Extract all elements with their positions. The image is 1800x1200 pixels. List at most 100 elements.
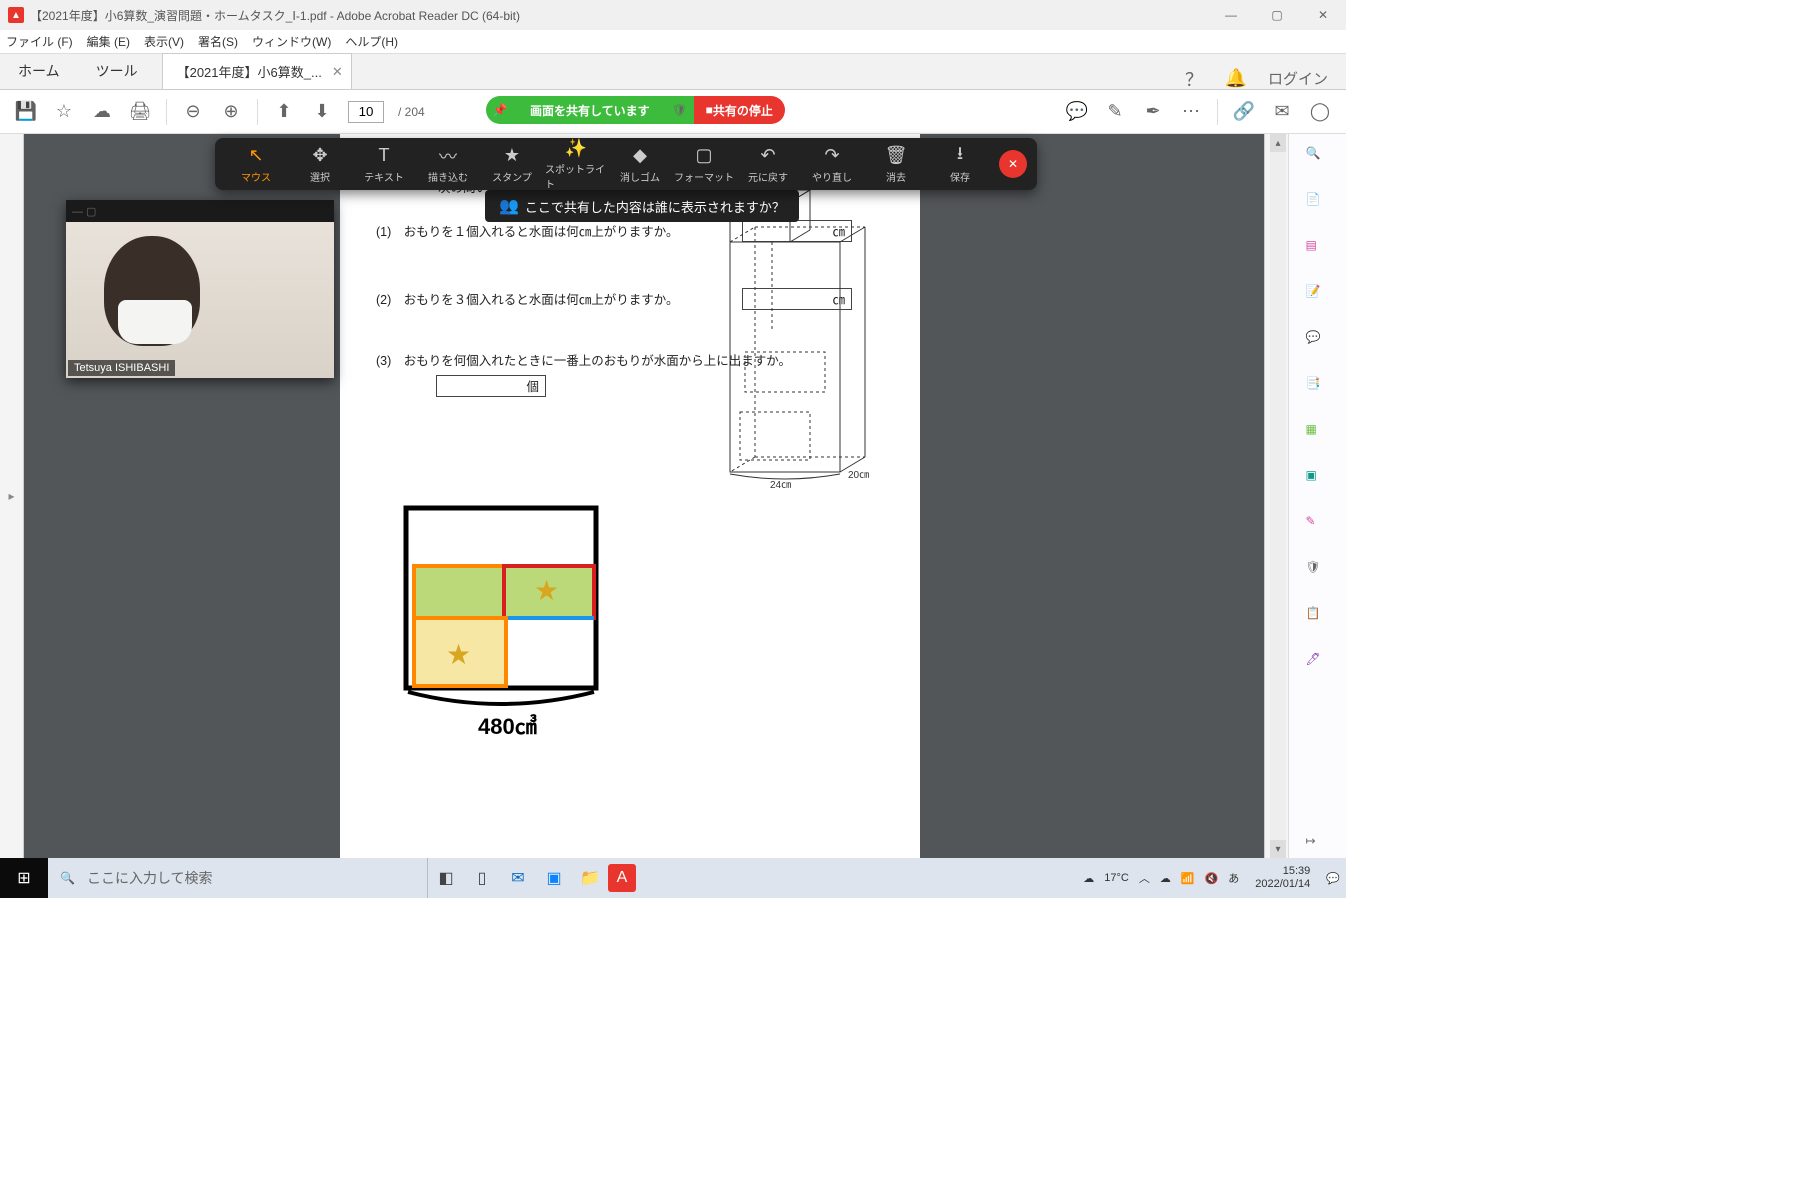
weather-icon[interactable]: ☁ — [1083, 872, 1094, 885]
annot-clear[interactable]: 🗑消去 — [865, 145, 927, 184]
tab-close-icon[interactable]: ✕ — [332, 64, 343, 80]
left-panel-toggle[interactable]: ▸ — [0, 134, 24, 858]
search-plus-icon[interactable]: 🔍 — [1306, 146, 1330, 170]
annot-save[interactable]: ⭳保存 — [929, 145, 991, 184]
more-tools-icon[interactable]: 🖊 — [1306, 652, 1330, 676]
windows-taskbar: ⊞ 🔍 ここに入力して検索 ◧ ▯ ✉ ▣ 📁 A ☁ 17°C ︿ ☁ 📶 🔇… — [0, 858, 1346, 898]
zoom-out-icon[interactable]: ⊖ — [181, 100, 205, 124]
email-icon[interactable]: ✉ — [1270, 100, 1294, 124]
tray-onedrive-icon[interactable]: ☁ — [1160, 872, 1171, 885]
sign-icon[interactable]: ✒ — [1141, 100, 1165, 124]
task-view-icon[interactable]: ◧ — [428, 860, 464, 896]
webcam-participant-name: Tetsuya ISHIBASHI — [68, 360, 175, 376]
fill-sign-icon[interactable]: ✎ — [1306, 514, 1330, 538]
zoom-share-indicator: 📌 画面を共有しています 🛡 ■ 共有の停止 — [486, 96, 785, 124]
compress-icon[interactable]: ▦ — [1306, 422, 1330, 446]
star-icon[interactable]: ☆ — [52, 100, 76, 124]
taskbar-zoom-icon[interactable]: ▣ — [536, 860, 572, 896]
menu-view[interactable]: 表示(V) — [144, 33, 184, 50]
share-link-icon[interactable]: 🔗 — [1232, 100, 1256, 124]
search-icon: 🔍 — [60, 871, 75, 885]
taskbar-explorer-icon[interactable]: 📁 — [572, 860, 608, 896]
scroll-up-icon[interactable]: ▴ — [1270, 134, 1286, 152]
zoom-webcam-window[interactable]: — ▢ Tetsuya ISHIBASHI — [66, 200, 334, 378]
taskbar-acrobat-icon[interactable]: A — [608, 864, 636, 892]
tray-clock[interactable]: 15:392022/01/14 — [1249, 865, 1316, 891]
edit-pdf-icon[interactable]: 📝 — [1306, 284, 1330, 308]
more-icon[interactable]: ⋯ — [1179, 100, 1203, 124]
page-number-input[interactable] — [348, 101, 384, 123]
vertical-scrollbar[interactable]: ▴ ▾ — [1270, 134, 1286, 858]
help-icon[interactable]: ？ — [1184, 69, 1204, 89]
tab-home[interactable]: ホーム — [0, 53, 78, 89]
annot-close-icon[interactable]: ✕ — [999, 150, 1027, 178]
stop-share-button[interactable]: ■ 共有の停止 — [694, 96, 785, 124]
annot-draw[interactable]: 〰描き込む — [417, 145, 479, 184]
zoom-in-icon[interactable]: ⊕ — [219, 100, 243, 124]
menu-window[interactable]: ウィンドウ(W) — [252, 33, 331, 50]
titlebar: ▲ 【2021年度】小6算数_演習問題・ホームタスク_Ⅰ-1.pdf - Ado… — [0, 0, 1346, 30]
sign-in-button[interactable]: ログイン — [1268, 68, 1328, 89]
annot-text[interactable]: Tテキスト — [353, 145, 415, 184]
zoom-annotation-toolbar[interactable]: ↖マウス ✥選択 Tテキスト 〰描き込む ★スタンプ ✨スポットライト ◆消しゴ… — [215, 138, 1037, 190]
taskbar-app-1[interactable]: ▯ — [464, 860, 500, 896]
start-button[interactable]: ⊞ — [0, 858, 48, 898]
share-pin-icon[interactable]: 📌 — [486, 96, 514, 124]
tray-wifi-icon[interactable]: 📶 — [1181, 872, 1195, 885]
search-placeholder: ここに入力して検索 — [87, 868, 213, 888]
annotation-drawing: ★ ★ 480㎤ — [396, 504, 616, 747]
collapse-sidepanel-icon[interactable]: ↦ — [1306, 834, 1330, 858]
taskbar-mail-icon[interactable]: ✉ — [500, 860, 536, 896]
protect-icon[interactable]: 🛡 — [1306, 560, 1330, 584]
combine-icon[interactable]: 📑 — [1306, 376, 1330, 400]
main-toolbar: 💾 ☆ ☁ 🖨 ⊖ ⊕ ⬆ ⬇ / 204 💬 ✎ ✒ ⋯ 🔗 ✉ ◯ 📌 画面… — [0, 90, 1346, 134]
bell-icon[interactable]: 🔔 — [1226, 69, 1246, 89]
save-icon[interactable]: 💾 — [14, 100, 38, 124]
annot-format[interactable]: ▢フォーマット — [673, 145, 735, 184]
request-esign-icon[interactable]: 📋 — [1306, 606, 1330, 630]
tray-notifications-icon[interactable]: 💬 — [1326, 872, 1340, 885]
svg-text:★: ★ — [534, 575, 559, 606]
tray-chevron-icon[interactable]: ︿ — [1139, 870, 1150, 886]
annot-redo[interactable]: ↷やり直し — [801, 145, 863, 184]
page-up-icon[interactable]: ⬆ — [272, 100, 296, 124]
share-shield-icon[interactable]: 🛡 — [666, 96, 694, 124]
print-icon[interactable]: 🖨 — [128, 100, 152, 124]
scroll-down-icon[interactable]: ▾ — [1270, 840, 1286, 858]
svg-text:24㎝: 24㎝ — [770, 480, 791, 491]
annot-stamp[interactable]: ★スタンプ — [481, 145, 543, 184]
annot-spotlight[interactable]: ✨スポットライト — [545, 137, 607, 191]
export-pdf-icon[interactable]: 📄 — [1306, 192, 1330, 216]
tab-document[interactable]: 【2021年度】小6算数_... ✕ — [162, 53, 352, 89]
close-button[interactable]: ✕ — [1300, 0, 1346, 30]
comment-icon[interactable]: 💬 — [1065, 100, 1089, 124]
highlight-icon[interactable]: ✎ — [1103, 100, 1127, 124]
page-total: / 204 — [398, 105, 425, 119]
webcam-header[interactable]: — ▢ — [66, 200, 334, 222]
people-icon: 👥 — [499, 196, 519, 216]
weather-temp[interactable]: 17°C — [1104, 872, 1129, 884]
menu-sign[interactable]: 署名(S) — [198, 33, 238, 50]
maximize-button[interactable]: ▢ — [1254, 0, 1300, 30]
annot-mouse[interactable]: ↖マウス — [225, 145, 287, 184]
menu-bar: ファイル (F) 編集 (E) 表示(V) 署名(S) ウィンドウ(W) ヘルプ… — [0, 30, 1346, 54]
menu-edit[interactable]: 編集 (E) — [87, 33, 130, 50]
tray-ime-icon[interactable]: あ — [1228, 870, 1239, 886]
tab-tools[interactable]: ツール — [78, 53, 156, 89]
redact-icon[interactable]: ▣ — [1306, 468, 1330, 492]
share-audience-tooltip[interactable]: 👥 ここで共有した内容は誰に表示されますか？ — [485, 190, 799, 222]
taskbar-search[interactable]: 🔍 ここに入力して検索 — [48, 858, 428, 898]
annot-undo[interactable]: ↶元に戻す — [737, 145, 799, 184]
tray-volume-icon[interactable]: 🔇 — [1205, 872, 1219, 885]
answer-box-3: 個 — [436, 375, 546, 397]
menu-help[interactable]: ヘルプ(H) — [345, 33, 398, 50]
cloud-icon[interactable]: ☁ — [90, 100, 114, 124]
menu-file[interactable]: ファイル (F) — [6, 33, 73, 50]
annot-select[interactable]: ✥選択 — [289, 145, 351, 184]
organize-icon[interactable]: ▤ — [1306, 238, 1330, 262]
comment-tool-icon[interactable]: 💬 — [1306, 330, 1330, 354]
page-down-icon[interactable]: ⬇ — [310, 100, 334, 124]
annot-eraser[interactable]: ◆消しゴム — [609, 145, 671, 184]
account-icon[interactable]: ◯ — [1308, 100, 1332, 124]
minimize-button[interactable]: — — [1208, 0, 1254, 30]
